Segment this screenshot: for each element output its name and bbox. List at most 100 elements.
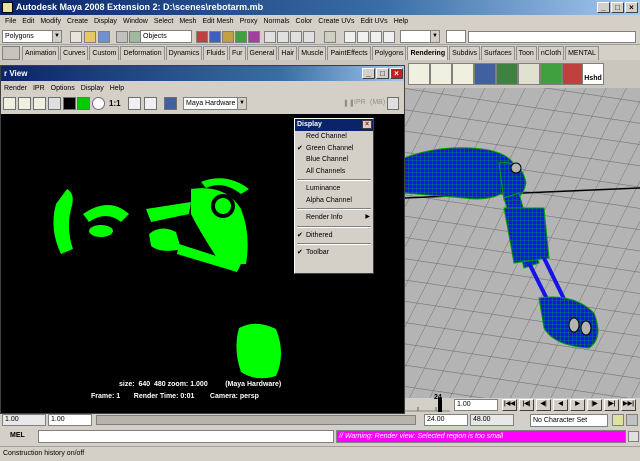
tab-general[interactable]: General — [246, 46, 278, 60]
menu-create[interactable]: Create — [64, 15, 91, 28]
render-current-icon[interactable] — [344, 31, 356, 43]
snap-curve-icon[interactable] — [277, 31, 289, 43]
menu-item-blue-channel[interactable]: Blue Channel — [295, 154, 373, 166]
play-backward-icon[interactable]: ◀ — [553, 399, 568, 411]
playback-start-field[interactable]: 1.00 — [48, 414, 92, 426]
menu-item-alpha-channel[interactable]: Alpha Channel — [295, 195, 373, 207]
menu-item-toolbar[interactable]: ✔ Toolbar — [295, 247, 373, 259]
tab-ncloth[interactable]: nCloth — [537, 46, 565, 60]
mask-icon-4[interactable] — [235, 31, 247, 43]
menu-file[interactable]: File — [2, 15, 19, 28]
rv-menu-display[interactable]: Display — [78, 82, 107, 95]
rv-menu-render[interactable]: Render — [1, 82, 30, 95]
remove-image-icon[interactable] — [144, 97, 157, 110]
mask-icon-2[interactable] — [209, 31, 221, 43]
menu-item-luminance[interactable]: Luminance — [295, 183, 373, 195]
render-view-title-bar[interactable]: r View _ □ × — [1, 66, 404, 81]
menu-edit[interactable]: Edit — [19, 15, 37, 28]
objects-mask[interactable]: Objects — [140, 30, 192, 43]
step-back-frame-icon[interactable]: ◀| — [536, 399, 551, 411]
quick-select-field[interactable] — [468, 31, 636, 43]
menu-modify[interactable]: Modify — [37, 15, 64, 28]
play-forward-icon[interactable]: ▶ — [570, 399, 585, 411]
character-set-dropdown[interactable]: No Character Set — [530, 414, 608, 427]
input-dropdown[interactable]: ▼ — [400, 30, 440, 43]
auto-key-icon[interactable] — [612, 414, 624, 426]
rv-menu-options[interactable]: Options — [48, 82, 78, 95]
menu-normals[interactable]: Normals — [260, 15, 292, 28]
close-icon[interactable]: × — [362, 120, 372, 129]
rv-close-button[interactable]: × — [390, 68, 403, 79]
tab-painteffects[interactable]: PaintEffects — [327, 46, 371, 60]
ipr-render-icon[interactable] — [18, 97, 31, 110]
refresh-ipr-icon[interactable] — [33, 97, 46, 110]
preferences-icon[interactable] — [626, 414, 638, 426]
go-to-start-icon[interactable]: |◀◀ — [502, 399, 517, 411]
step-forward-frame-icon[interactable]: |▶ — [587, 399, 602, 411]
script-editor-icon[interactable] — [628, 431, 639, 442]
hypershade-icon[interactable] — [383, 31, 395, 43]
tab-polygons[interactable]: Polygons — [371, 46, 407, 60]
brush-icon[interactable] — [540, 63, 562, 85]
paint-icon[interactable] — [496, 63, 518, 85]
mask-icon-1[interactable] — [196, 31, 208, 43]
ipr-update-icon[interactable] — [387, 97, 399, 110]
close-button[interactable]: × — [625, 2, 638, 13]
snap-grid-icon[interactable] — [264, 31, 276, 43]
menu-color[interactable]: Color — [293, 15, 316, 28]
mask-icon-5[interactable] — [248, 31, 260, 43]
playback-end-field[interactable]: 24.00 — [424, 414, 468, 426]
perspective-viewport[interactable] — [404, 88, 640, 398]
keep-image-icon[interactable] — [128, 97, 141, 110]
tab-subdivs[interactable]: Subdivs — [449, 46, 481, 60]
ipr-render-icon[interactable] — [357, 31, 369, 43]
tab-fur[interactable]: Fur — [229, 46, 246, 60]
menu-create-uvs[interactable]: Create UVs — [315, 15, 357, 28]
render-settings-icon[interactable] — [164, 97, 177, 110]
start-time-field[interactable]: 1.00 — [2, 414, 46, 426]
tab-custom[interactable]: Custom — [89, 46, 120, 60]
redo-render-icon[interactable] — [3, 97, 16, 110]
input-mode-icon[interactable] — [446, 30, 466, 43]
tab-toon[interactable]: Toon — [515, 46, 537, 60]
batch-render-icon[interactable] — [452, 63, 474, 85]
tab-rendering[interactable]: Rendering — [407, 46, 449, 60]
range-bar[interactable] — [96, 415, 416, 425]
menu-item-dithered[interactable]: ✔ Dithered — [295, 230, 373, 242]
shelf-menu-icon[interactable] — [2, 46, 20, 60]
menu-window[interactable]: Window — [120, 15, 151, 28]
menu-proxy[interactable]: Proxy — [237, 15, 261, 28]
tab-muscle[interactable]: Muscle — [298, 46, 327, 60]
tab-deformation[interactable]: Deformation — [120, 46, 165, 60]
hshd-button[interactable]: Hshd — [582, 63, 604, 85]
end-time-field[interactable]: 48.00 — [470, 414, 514, 426]
save-scene-icon[interactable] — [98, 31, 110, 43]
tab-surfaces[interactable]: Surfaces — [481, 46, 515, 60]
tab-dynamics[interactable]: Dynamics — [165, 46, 203, 60]
menu-item-render-info[interactable]: Render Info ▶ — [295, 212, 373, 224]
current-time-field[interactable]: 1.00 — [454, 399, 498, 411]
menu-mesh[interactable]: Mesh — [176, 15, 199, 28]
menu-edit-mesh[interactable]: Edit Mesh — [199, 15, 236, 28]
snap-point-icon[interactable] — [290, 31, 302, 43]
menu-set-dropdown[interactable]: Polygons ▼ — [2, 30, 62, 43]
ipr-icon[interactable] — [430, 63, 452, 85]
menu-select[interactable]: Select — [151, 15, 176, 28]
render-settings-icon[interactable] — [370, 31, 382, 43]
rv-maximize-button[interactable]: □ — [376, 68, 389, 79]
rgb-channels-icon[interactable] — [77, 97, 90, 110]
render-region-icon[interactable] — [48, 97, 61, 110]
new-scene-icon[interactable] — [70, 31, 82, 43]
mask-icon-3[interactable] — [222, 31, 234, 43]
tab-animation[interactable]: Animation — [22, 46, 60, 60]
snap-plane-icon[interactable] — [303, 31, 315, 43]
menu-item-green-channel[interactable]: ✔ Green Channel — [295, 143, 373, 155]
tab-fluids[interactable]: Fluids — [203, 46, 229, 60]
menu-help[interactable]: Help — [391, 15, 411, 28]
tab-hair[interactable]: Hair — [278, 46, 298, 60]
step-back-key-icon[interactable]: |◀| — [519, 399, 534, 411]
renderer-dropdown[interactable]: Maya Hardware ▼ — [183, 97, 247, 110]
step-forward-key-icon[interactable]: |▶| — [604, 399, 619, 411]
select-hierarchy-icon[interactable] — [116, 31, 128, 43]
menu-item-all-channels[interactable]: All Channels — [295, 166, 373, 178]
